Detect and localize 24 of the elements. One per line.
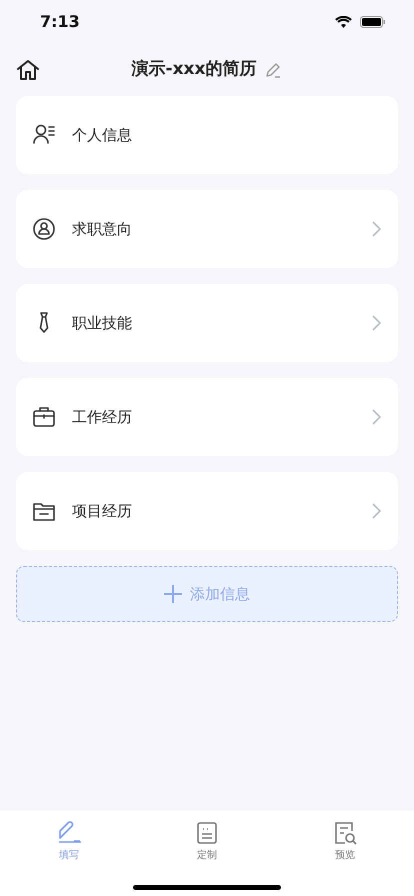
home-icon[interactable] (16, 59, 40, 81)
edit-icon[interactable] (264, 61, 282, 79)
briefcase-icon (32, 405, 56, 429)
person-badge-icon (32, 217, 56, 241)
tab[interactable]: 预览 (333, 821, 357, 863)
wifi-icon (335, 16, 352, 28)
section-label: 职业技能 (72, 312, 132, 334)
section-card[interactable]: 项目经历 (16, 472, 398, 550)
section-label: 个人信息 (72, 124, 132, 146)
document-search-icon (333, 821, 357, 845)
status-time: 7:13 (40, 11, 80, 33)
section-label: 求职意向 (72, 218, 132, 240)
section-card[interactable]: 个人信息 (16, 96, 398, 174)
section-label: 工作经历 (72, 406, 132, 428)
board-icon (195, 821, 219, 845)
battery-icon (360, 16, 386, 28)
pen-icon (57, 821, 81, 845)
tab[interactable]: 定制 (195, 821, 219, 863)
section-card[interactable]: 工作经历 (16, 378, 398, 456)
plus-icon (164, 585, 182, 603)
resume-title: 演示-xxx的简历 (132, 58, 256, 82)
section-label: 项目经历 (72, 500, 132, 522)
section-card[interactable]: 求职意向 (16, 190, 398, 268)
section-card[interactable]: 职业技能 (16, 284, 398, 362)
